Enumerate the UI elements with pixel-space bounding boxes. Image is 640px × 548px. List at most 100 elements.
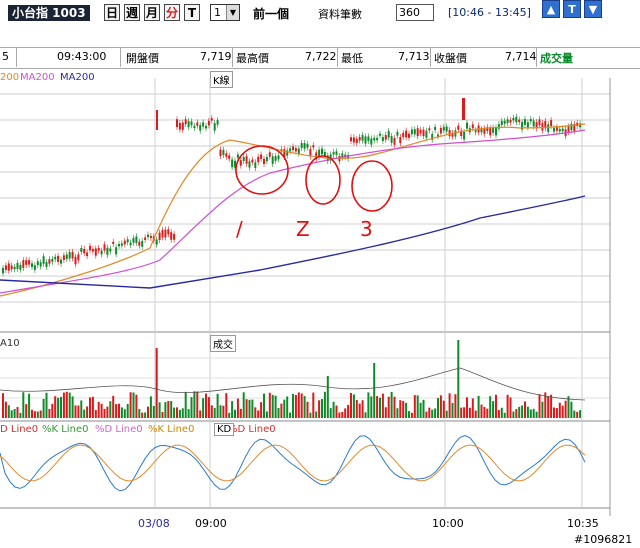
period-month-button[interactable]: 月 bbox=[144, 4, 160, 21]
candle bbox=[352, 137, 355, 143]
down-arrow-icon[interactable]: ▼ bbox=[584, 0, 602, 18]
xtick-1: 09:00 bbox=[195, 517, 227, 530]
volume-bar bbox=[468, 407, 471, 418]
candle bbox=[570, 123, 573, 131]
volume-bar bbox=[60, 396, 62, 418]
volume-bar bbox=[390, 391, 393, 418]
circle-annotation-2 bbox=[305, 155, 341, 205]
interval-select[interactable]: 1 ▼ bbox=[210, 4, 240, 21]
volume-bar bbox=[579, 410, 582, 418]
volume-bar bbox=[135, 394, 138, 418]
candle bbox=[196, 122, 199, 126]
prev-button[interactable]: 前一個 bbox=[253, 5, 289, 22]
volume-bar bbox=[323, 391, 326, 418]
candle bbox=[65, 254, 68, 260]
candle bbox=[567, 126, 570, 132]
volume-bar bbox=[442, 400, 445, 418]
annotation-label: Z bbox=[296, 217, 310, 241]
candle bbox=[410, 129, 413, 135]
candle bbox=[268, 152, 271, 157]
candle bbox=[7, 263, 10, 271]
volume-bar bbox=[94, 410, 97, 418]
volume-bar bbox=[526, 406, 529, 418]
volume-bar bbox=[425, 411, 428, 418]
period-tick-button[interactable]: T bbox=[184, 4, 200, 21]
up-arrow-icon[interactable]: ▲ bbox=[542, 0, 560, 18]
volume-bar bbox=[268, 392, 271, 418]
candle bbox=[51, 259, 54, 262]
candle bbox=[260, 154, 263, 159]
volume-bar bbox=[576, 411, 579, 418]
volume-bar bbox=[260, 402, 263, 418]
volume-bar bbox=[483, 407, 486, 418]
volume-bar bbox=[364, 412, 367, 418]
text-icon[interactable]: T bbox=[563, 0, 581, 18]
candle bbox=[379, 133, 381, 136]
volume-bar bbox=[2, 393, 4, 418]
volume-bar bbox=[396, 408, 399, 418]
volume-bar bbox=[350, 393, 352, 418]
candle bbox=[480, 129, 483, 133]
candle bbox=[294, 148, 297, 152]
candle bbox=[205, 125, 207, 129]
kd-lines bbox=[0, 434, 586, 492]
volume-bar bbox=[57, 397, 60, 418]
candle bbox=[100, 250, 103, 255]
xtick-0: 03/08 bbox=[138, 517, 170, 530]
kd-legend-4: %D Line0 bbox=[228, 424, 276, 435]
volume-bar bbox=[297, 392, 300, 418]
candle bbox=[147, 234, 149, 238]
volume-bar bbox=[550, 394, 553, 418]
volume-bar bbox=[434, 408, 437, 418]
candle bbox=[422, 129, 425, 137]
volume-bar bbox=[219, 405, 222, 418]
volume-bar bbox=[361, 400, 364, 418]
volume-bar bbox=[170, 401, 173, 418]
volume-panel-title: 成交 bbox=[210, 335, 236, 352]
candle bbox=[466, 122, 468, 129]
candle bbox=[129, 242, 132, 246]
volume-bar bbox=[384, 407, 387, 418]
volume-bar bbox=[239, 408, 242, 418]
candle bbox=[390, 136, 393, 143]
candle bbox=[19, 264, 22, 270]
candle bbox=[561, 128, 564, 132]
volume-bar bbox=[25, 404, 28, 418]
candle bbox=[555, 127, 558, 131]
candle bbox=[350, 137, 352, 142]
volume-bar bbox=[280, 403, 283, 418]
volume-bar bbox=[347, 404, 350, 418]
candle bbox=[405, 130, 408, 138]
candle bbox=[402, 132, 405, 138]
period-week-button[interactable]: 週 bbox=[124, 4, 140, 21]
volume-bar bbox=[503, 412, 506, 418]
volume-bar bbox=[463, 407, 466, 418]
candle bbox=[558, 128, 561, 132]
volume-bar bbox=[83, 409, 86, 418]
instrument-selector[interactable]: 小台指 1003 bbox=[8, 5, 90, 21]
volume-bar bbox=[466, 397, 468, 418]
volume-bar bbox=[62, 392, 65, 418]
volume-bar bbox=[236, 398, 239, 418]
candle bbox=[184, 119, 187, 125]
volume-bar bbox=[39, 410, 42, 418]
kd-legend-2: %D Line0 bbox=[95, 424, 143, 435]
period-minute-button[interactable]: 分 bbox=[164, 4, 180, 21]
candle bbox=[529, 119, 532, 122]
volume-bar bbox=[370, 396, 373, 418]
volume-bar bbox=[541, 401, 544, 418]
volume-bar bbox=[573, 410, 576, 418]
candle bbox=[462, 98, 465, 120]
kd-legend-1: %K Line0 bbox=[42, 424, 89, 435]
candle bbox=[495, 127, 497, 136]
volume-bar bbox=[547, 396, 550, 418]
record-count-input[interactable]: 360 bbox=[396, 4, 434, 21]
candle bbox=[231, 159, 234, 168]
volume-bar bbox=[439, 395, 442, 418]
volume-bar bbox=[512, 411, 515, 418]
volume-bar bbox=[532, 408, 535, 418]
volume-bar bbox=[555, 408, 558, 418]
period-day-button[interactable]: 日 bbox=[104, 4, 120, 21]
volume-bar bbox=[379, 397, 381, 418]
volume-bar bbox=[381, 393, 384, 418]
